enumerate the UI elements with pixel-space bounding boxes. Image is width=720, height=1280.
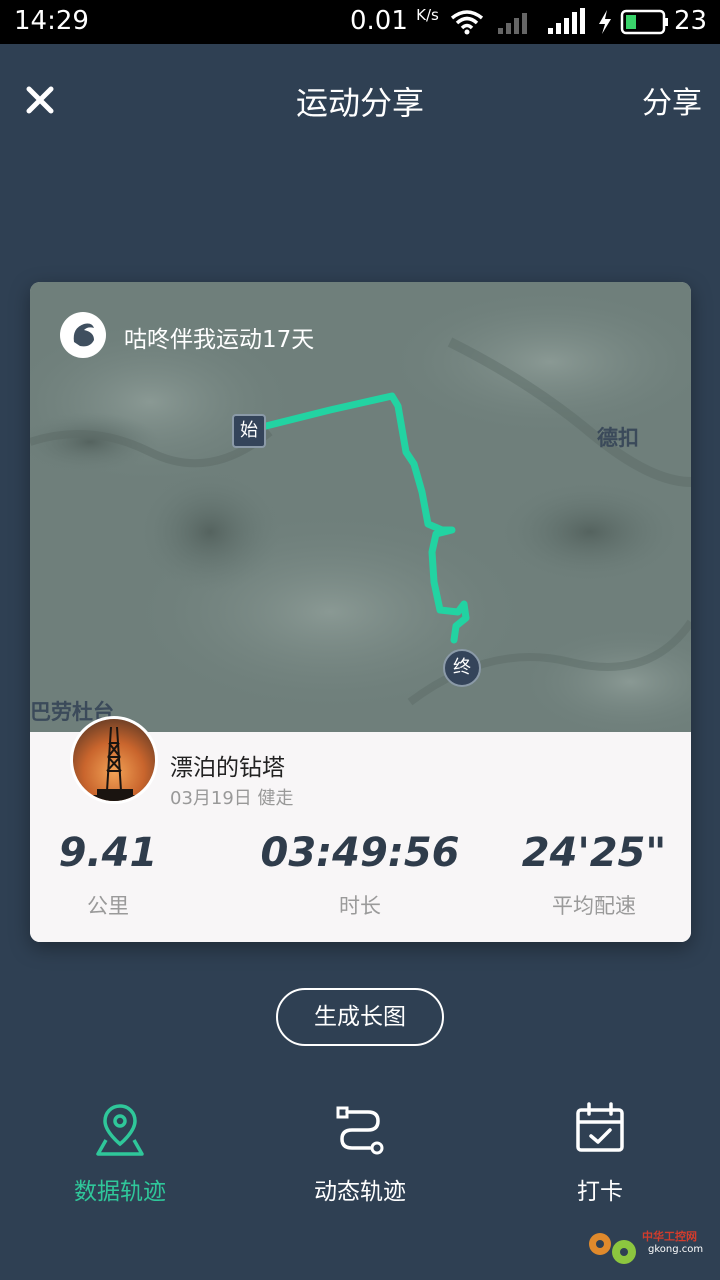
stat-value: 03:49:56 [260, 830, 460, 876]
stat-label: 时长 [339, 894, 381, 918]
stat-label: 公里 [87, 894, 129, 918]
stat-pace: 24'25" 平均配速 [512, 830, 676, 920]
route-icon [336, 1106, 384, 1155]
nav-label: 打卡 [577, 1179, 623, 1205]
start-marker: 始 [232, 414, 266, 448]
status-time: 14:29 [14, 6, 89, 36]
stat-label: 平均配速 [552, 894, 636, 918]
gear-icon [589, 1233, 636, 1264]
nav-label: 数据轨迹 [74, 1179, 166, 1205]
watermark-text: 中华工控网 [642, 1230, 697, 1243]
stat-duration: 03:49:56 时长 [260, 830, 460, 920]
signal-empty-icon [498, 13, 527, 34]
status-bar: 14:29 0.01 K/s 23 [0, 0, 720, 44]
nav-data-track[interactable]: 数据轨迹 [30, 1100, 210, 1206]
codoon-logo-icon [60, 312, 106, 358]
signal-icon [548, 8, 585, 34]
share-card: 咕咚伴我运动17天 德扣 巴劳杜台 始 终 漂泊的钻塔 03月19日 健走 9.… [30, 282, 691, 942]
end-marker: 终 [443, 649, 481, 687]
battery-level: 23 [674, 6, 708, 36]
stat-value: 9.41 [58, 830, 158, 876]
calendar-check-icon [576, 1102, 624, 1152]
bottom-nav: 数据轨迹 动态轨迹 打卡 [0, 1100, 720, 1230]
workout-info: 漂泊的钻塔 03月19日 健走 9.41 公里 03:49:56 时长 24'2… [30, 716, 691, 942]
charging-icon [599, 10, 611, 34]
place-label: 德扣 [597, 426, 639, 450]
workout-meta: 03月19日 健走 [170, 788, 294, 809]
battery-icon [620, 9, 668, 35]
stat-value: 24'25" [521, 830, 667, 876]
generate-long-image-button[interactable]: 生成长图 [276, 988, 444, 1046]
avatar[interactable] [70, 716, 158, 804]
brand-text: 咕咚伴我运动17天 [124, 327, 315, 353]
drill-tower-icon [73, 726, 155, 801]
watermark: 中华工控网 gkong.com [582, 1222, 712, 1272]
username: 漂泊的钻塔 [170, 755, 285, 781]
net-speed: 0.01 K/s [350, 6, 439, 36]
route-map: 咕咚伴我运动17天 德扣 巴劳杜台 始 终 [30, 282, 691, 732]
map-pin-icon [96, 1104, 144, 1156]
stat-distance: 9.41 公里 [30, 830, 186, 920]
nav-checkin[interactable]: 打卡 [510, 1100, 690, 1206]
nav-dynamic-track[interactable]: 动态轨迹 [270, 1100, 450, 1206]
header: 运动分享 分享 [0, 44, 720, 154]
nav-label: 动态轨迹 [314, 1179, 406, 1205]
page-title: 运动分享 [295, 84, 424, 122]
wifi-icon [450, 10, 484, 35]
watermark-url: gkong.com [648, 1244, 704, 1255]
share-button[interactable]: 分享 [642, 78, 702, 122]
